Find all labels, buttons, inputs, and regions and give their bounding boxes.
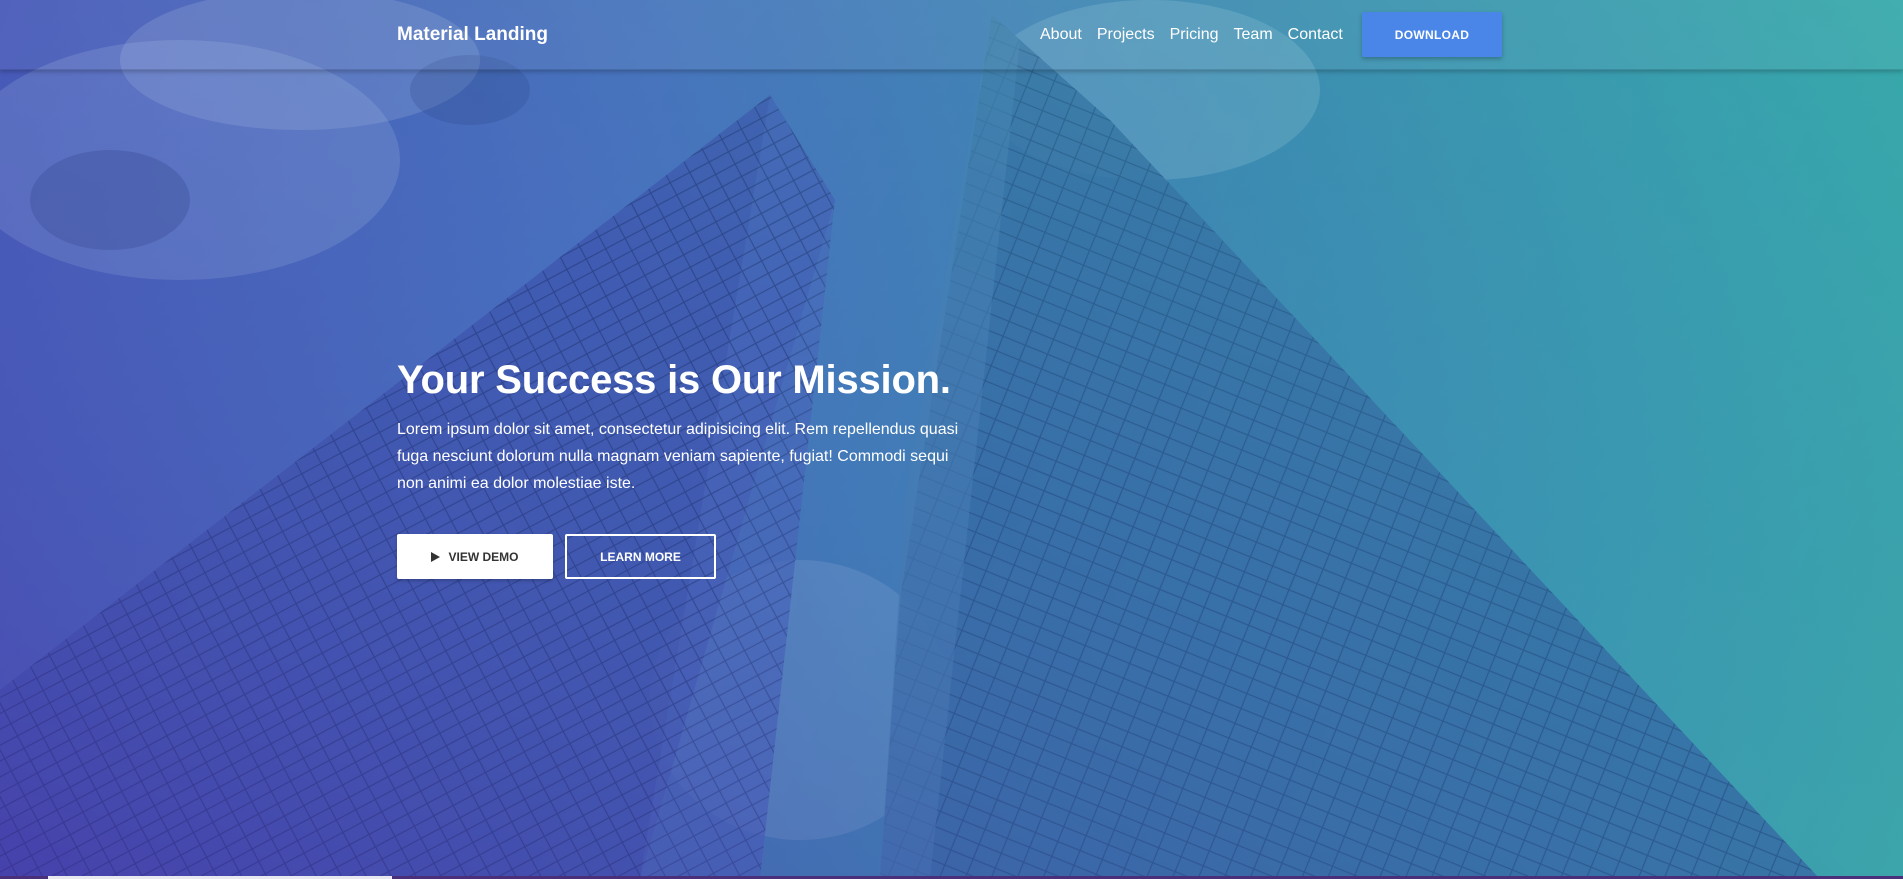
brand-logo-text[interactable]: Material Landing: [397, 24, 548, 46]
nav-link-projects[interactable]: Projects: [1097, 26, 1155, 44]
hero-lead-text: Lorem ipsum dolor sit amet, consectetur …: [397, 421, 959, 492]
nav-link-contact[interactable]: Contact: [1288, 26, 1343, 44]
view-demo-label: VIEW DEMO: [448, 549, 519, 564]
top-navbar: Material Landing About Projects Pricing …: [0, 0, 1903, 70]
play-icon: [431, 551, 441, 562]
download-button[interactable]: DOWNLOAD: [1362, 12, 1502, 57]
nav-links: About Projects Pricing Team Contact: [1040, 0, 1343, 69]
hero-section: Material Landing About Projects Pricing …: [0, 0, 1903, 879]
nav-link-about[interactable]: About: [1040, 26, 1082, 44]
learn-more-button[interactable]: LEARN MORE: [565, 534, 716, 579]
hero-headline: Your Success is Our Mission.: [397, 358, 951, 402]
nav-link-pricing[interactable]: Pricing: [1170, 26, 1219, 44]
view-demo-button[interactable]: VIEW DEMO: [397, 534, 553, 579]
nav-link-team[interactable]: Team: [1234, 26, 1273, 44]
